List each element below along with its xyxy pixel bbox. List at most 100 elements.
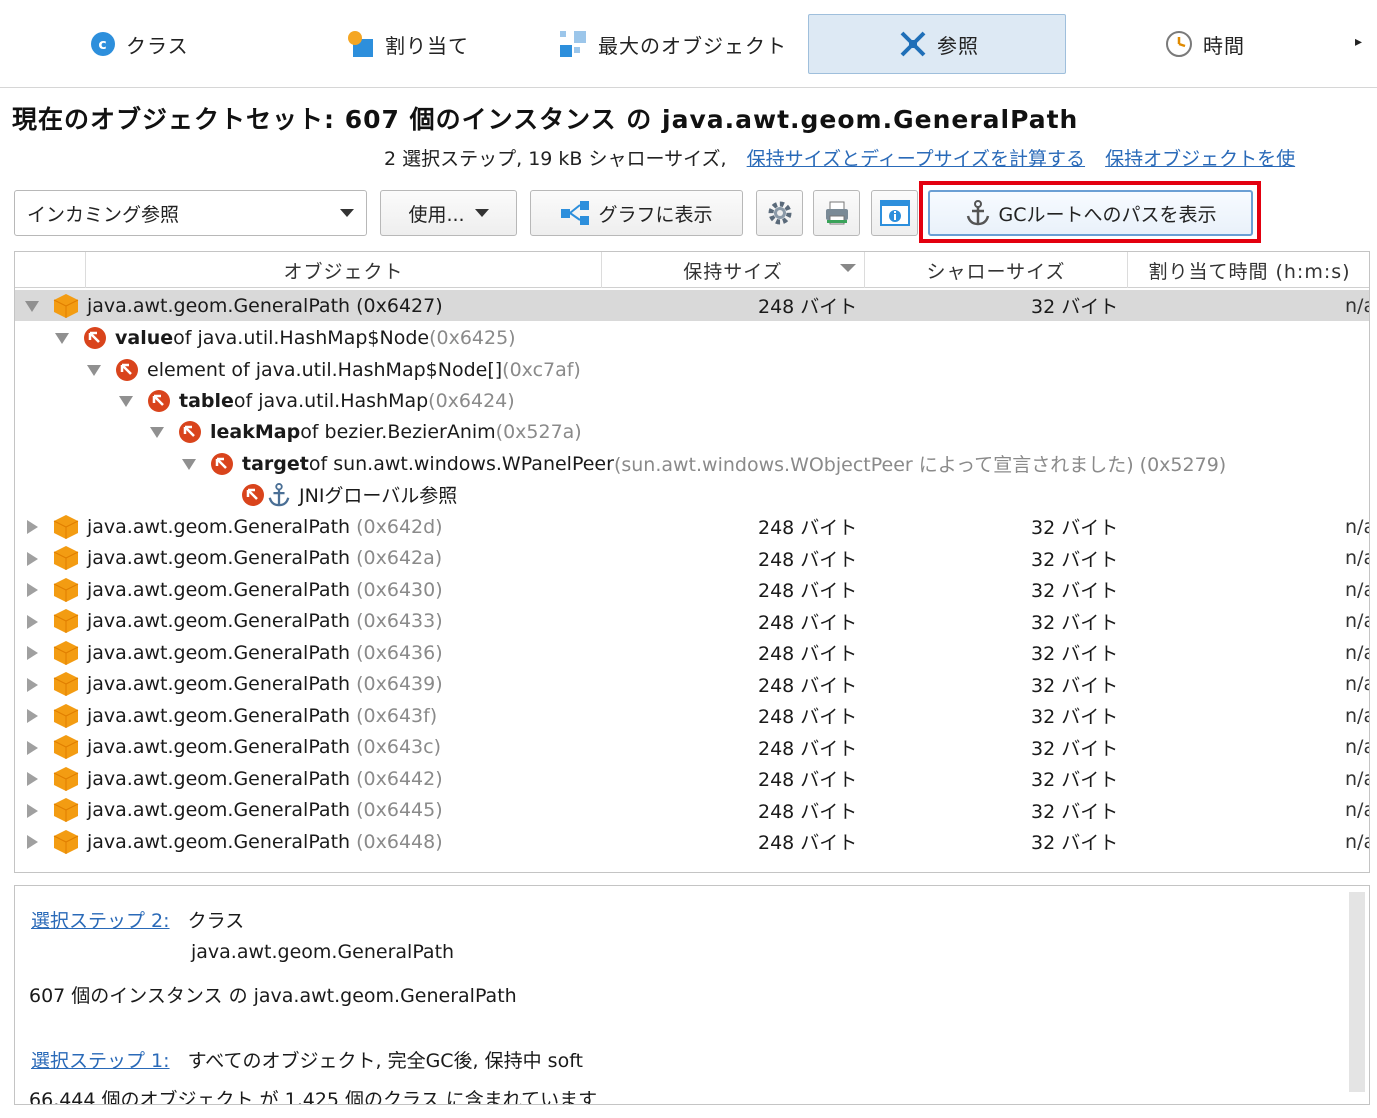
clock-icon <box>1165 30 1193 58</box>
table-row[interactable]: java.awt.geom.GeneralPath (0x642d) 248 バイ… <box>15 511 1369 542</box>
column-header-object[interactable]: オブジェクト <box>85 252 601 288</box>
collapse-icon[interactable] <box>25 301 39 312</box>
object-id: (0x642a) <box>356 547 443 569</box>
print-button[interactable] <box>813 190 860 236</box>
use-retained-objects-link[interactable]: 保持オブジェクトを使 <box>1105 148 1295 170</box>
expand-icon[interactable] <box>27 614 38 629</box>
tree-reference-row[interactable]: target of sun.awt.windows.WPanelPeer (su… <box>15 448 1369 479</box>
expand-icon[interactable] <box>27 551 38 566</box>
table-row[interactable]: java.awt.geom.GeneralPath (0x6427) 248 バ… <box>15 290 1369 321</box>
object-class-name: java.awt.geom.GeneralPath <box>87 799 351 821</box>
expand-icon[interactable] <box>27 835 38 849</box>
column-header-retained-size[interactable]: 保持サイズ <box>601 252 864 288</box>
table-row[interactable]: java.awt.geom.GeneralPath (0x6445) 248 バイ… <box>15 795 1369 826</box>
tab-label: 割り当て <box>385 33 469 58</box>
expand-icon[interactable] <box>27 677 38 692</box>
gear-icon <box>766 199 794 227</box>
selection-summary: 2 選択ステップ, 19 kB シャローサイズ, 保持サイズとディープサイズを計… <box>384 144 1295 171</box>
collapse-icon[interactable] <box>55 333 69 344</box>
chevron-down-icon <box>474 209 489 217</box>
object-icon <box>53 734 79 760</box>
object-id: (0x6436) <box>356 641 443 664</box>
tree-reference-row[interactable]: value of java.util.HashMap$Node (0x6425) <box>15 322 1369 353</box>
view-tab-bar: c クラス 割り当て 最大のオブジェクト 参照 時間 ▸ <box>0 0 1377 88</box>
step2-kind: クラス <box>187 910 245 932</box>
table-row[interactable]: java.awt.geom.GeneralPath (0x642a) 248 バイ… <box>15 543 1369 574</box>
tab-references[interactable]: 参照 <box>808 14 1066 74</box>
reference-type-select[interactable]: インカミング参照 <box>14 190 367 236</box>
calculate-sizes-link[interactable]: 保持サイズとディープサイズを計算する <box>747 148 1085 170</box>
tree-reference-row[interactable]: leakMap of bezier.BezierAnim (0x527a) <box>15 416 1369 447</box>
step2-line: 選択ステップ 2: クラス <box>31 906 244 933</box>
collapse-icon[interactable] <box>119 396 133 407</box>
table-row[interactable]: java.awt.geom.GeneralPath (0x643c) 248 バイ… <box>15 732 1369 763</box>
object-id: (0x6448) <box>356 830 443 853</box>
shallow-size: 32 バイト <box>1031 643 1119 665</box>
allocation-time: n/a <box>1345 610 1369 632</box>
graph-label: グラフに表示 <box>598 203 713 226</box>
table-row[interactable]: java.awt.geom.GeneralPath (0x6439) 248 バイ… <box>15 669 1369 700</box>
column-header-shallow-size[interactable]: シャローサイズ <box>864 252 1127 288</box>
allocation-time: n/a <box>1345 673 1369 695</box>
tab-biggest-objects[interactable]: 最大のオブジェクト <box>558 14 787 74</box>
expand-icon[interactable] <box>27 583 38 597</box>
vertical-scrollbar[interactable] <box>1349 892 1365 1092</box>
incoming-reference-icon <box>147 389 171 413</box>
table-row[interactable]: java.awt.geom.GeneralPath (0x643f) 248 バイ… <box>15 700 1369 731</box>
graph-icon <box>560 200 590 226</box>
allocation-time: n/a <box>1345 736 1369 758</box>
step1-desc: すべてのオブジェクト, 完全GC後, 保持中 soft <box>187 1050 584 1072</box>
class-c-icon: c <box>90 31 116 57</box>
show-gc-root-path-button[interactable]: GCルートへのパスを表示 <box>928 190 1253 236</box>
anchor-icon <box>965 199 991 227</box>
expand-icon[interactable] <box>27 520 38 534</box>
object-id: (0x6439) <box>356 673 443 695</box>
tree-reference-row[interactable]: element of java.util.HashMap$Node[] (0xc… <box>15 354 1369 385</box>
more-tabs-arrow-icon[interactable]: ▸ <box>1355 34 1362 50</box>
shallow-size: 32 バイト <box>1031 800 1119 823</box>
svg-text:c: c <box>98 37 107 53</box>
object-icon <box>53 545 79 571</box>
selection-step-2-link[interactable]: 選択ステップ 2: <box>31 910 170 932</box>
tab-label: 最大のオブジェクト <box>598 33 787 58</box>
collapse-icon[interactable] <box>150 427 164 438</box>
expand-icon[interactable] <box>27 803 38 818</box>
shallow-size: 32 バイト <box>1031 832 1119 854</box>
expand-icon[interactable] <box>27 709 38 723</box>
use-menu-button[interactable]: 使用... <box>380 190 517 236</box>
settings-button[interactable] <box>756 190 803 236</box>
expand-icon[interactable] <box>27 740 38 755</box>
gc-root-row[interactable]: JNIグローバル参照 <box>15 479 1369 510</box>
selection-step-1-link[interactable]: 選択ステップ 1: <box>31 1050 170 1072</box>
object-class-name: java.awt.geom.GeneralPath <box>87 515 351 538</box>
collapse-icon[interactable] <box>182 459 196 470</box>
table-row[interactable]: java.awt.geom.GeneralPath (0x6442) 248 バイ… <box>15 763 1369 794</box>
expand-icon[interactable] <box>27 646 38 660</box>
table-row[interactable]: java.awt.geom.GeneralPath (0x6433) 248 バイ… <box>15 606 1369 637</box>
retained-size: 248 バイト <box>758 580 858 602</box>
tab-classes[interactable]: c クラス <box>90 14 189 74</box>
show-in-graph-button[interactable]: グラフに表示 <box>530 190 743 236</box>
step1-count: 66,444 個のオブジェクト が 1,425 個のクラス に含まれています <box>29 1089 598 1105</box>
object-icon <box>53 293 79 319</box>
table-row[interactable]: java.awt.geom.GeneralPath (0x6430) 248 バイ… <box>15 574 1369 605</box>
shallow-size: 32 バイト <box>1031 517 1119 539</box>
object-class-name: java.awt.geom.GeneralPath <box>87 578 351 601</box>
shallow-size: 32 バイト <box>1031 769 1119 791</box>
collapse-icon[interactable] <box>87 365 101 376</box>
retained-size: 248 バイト <box>758 611 858 634</box>
tab-time[interactable]: 時間 <box>1165 14 1245 74</box>
allocation-icon <box>345 29 375 59</box>
info-button[interactable] <box>871 190 918 236</box>
tab-allocations[interactable]: 割り当て <box>345 14 469 74</box>
anchor-icon <box>267 482 291 508</box>
table-row[interactable]: java.awt.geom.GeneralPath (0x6448) 248 バイ… <box>15 826 1369 857</box>
tree-reference-row[interactable]: table of java.util.HashMap (0x6424) <box>15 385 1369 416</box>
table-row[interactable]: java.awt.geom.GeneralPath (0x6436) 248 バイ… <box>15 637 1369 668</box>
column-header-allocation-time[interactable]: 割り当て時間 (h:m:s) <box>1127 252 1369 288</box>
print-icon <box>823 199 851 227</box>
expand-icon[interactable] <box>27 772 38 786</box>
object-icon <box>53 703 79 729</box>
allocation-time: n/a <box>1345 799 1369 821</box>
object-id: (0x6430) <box>356 578 443 601</box>
